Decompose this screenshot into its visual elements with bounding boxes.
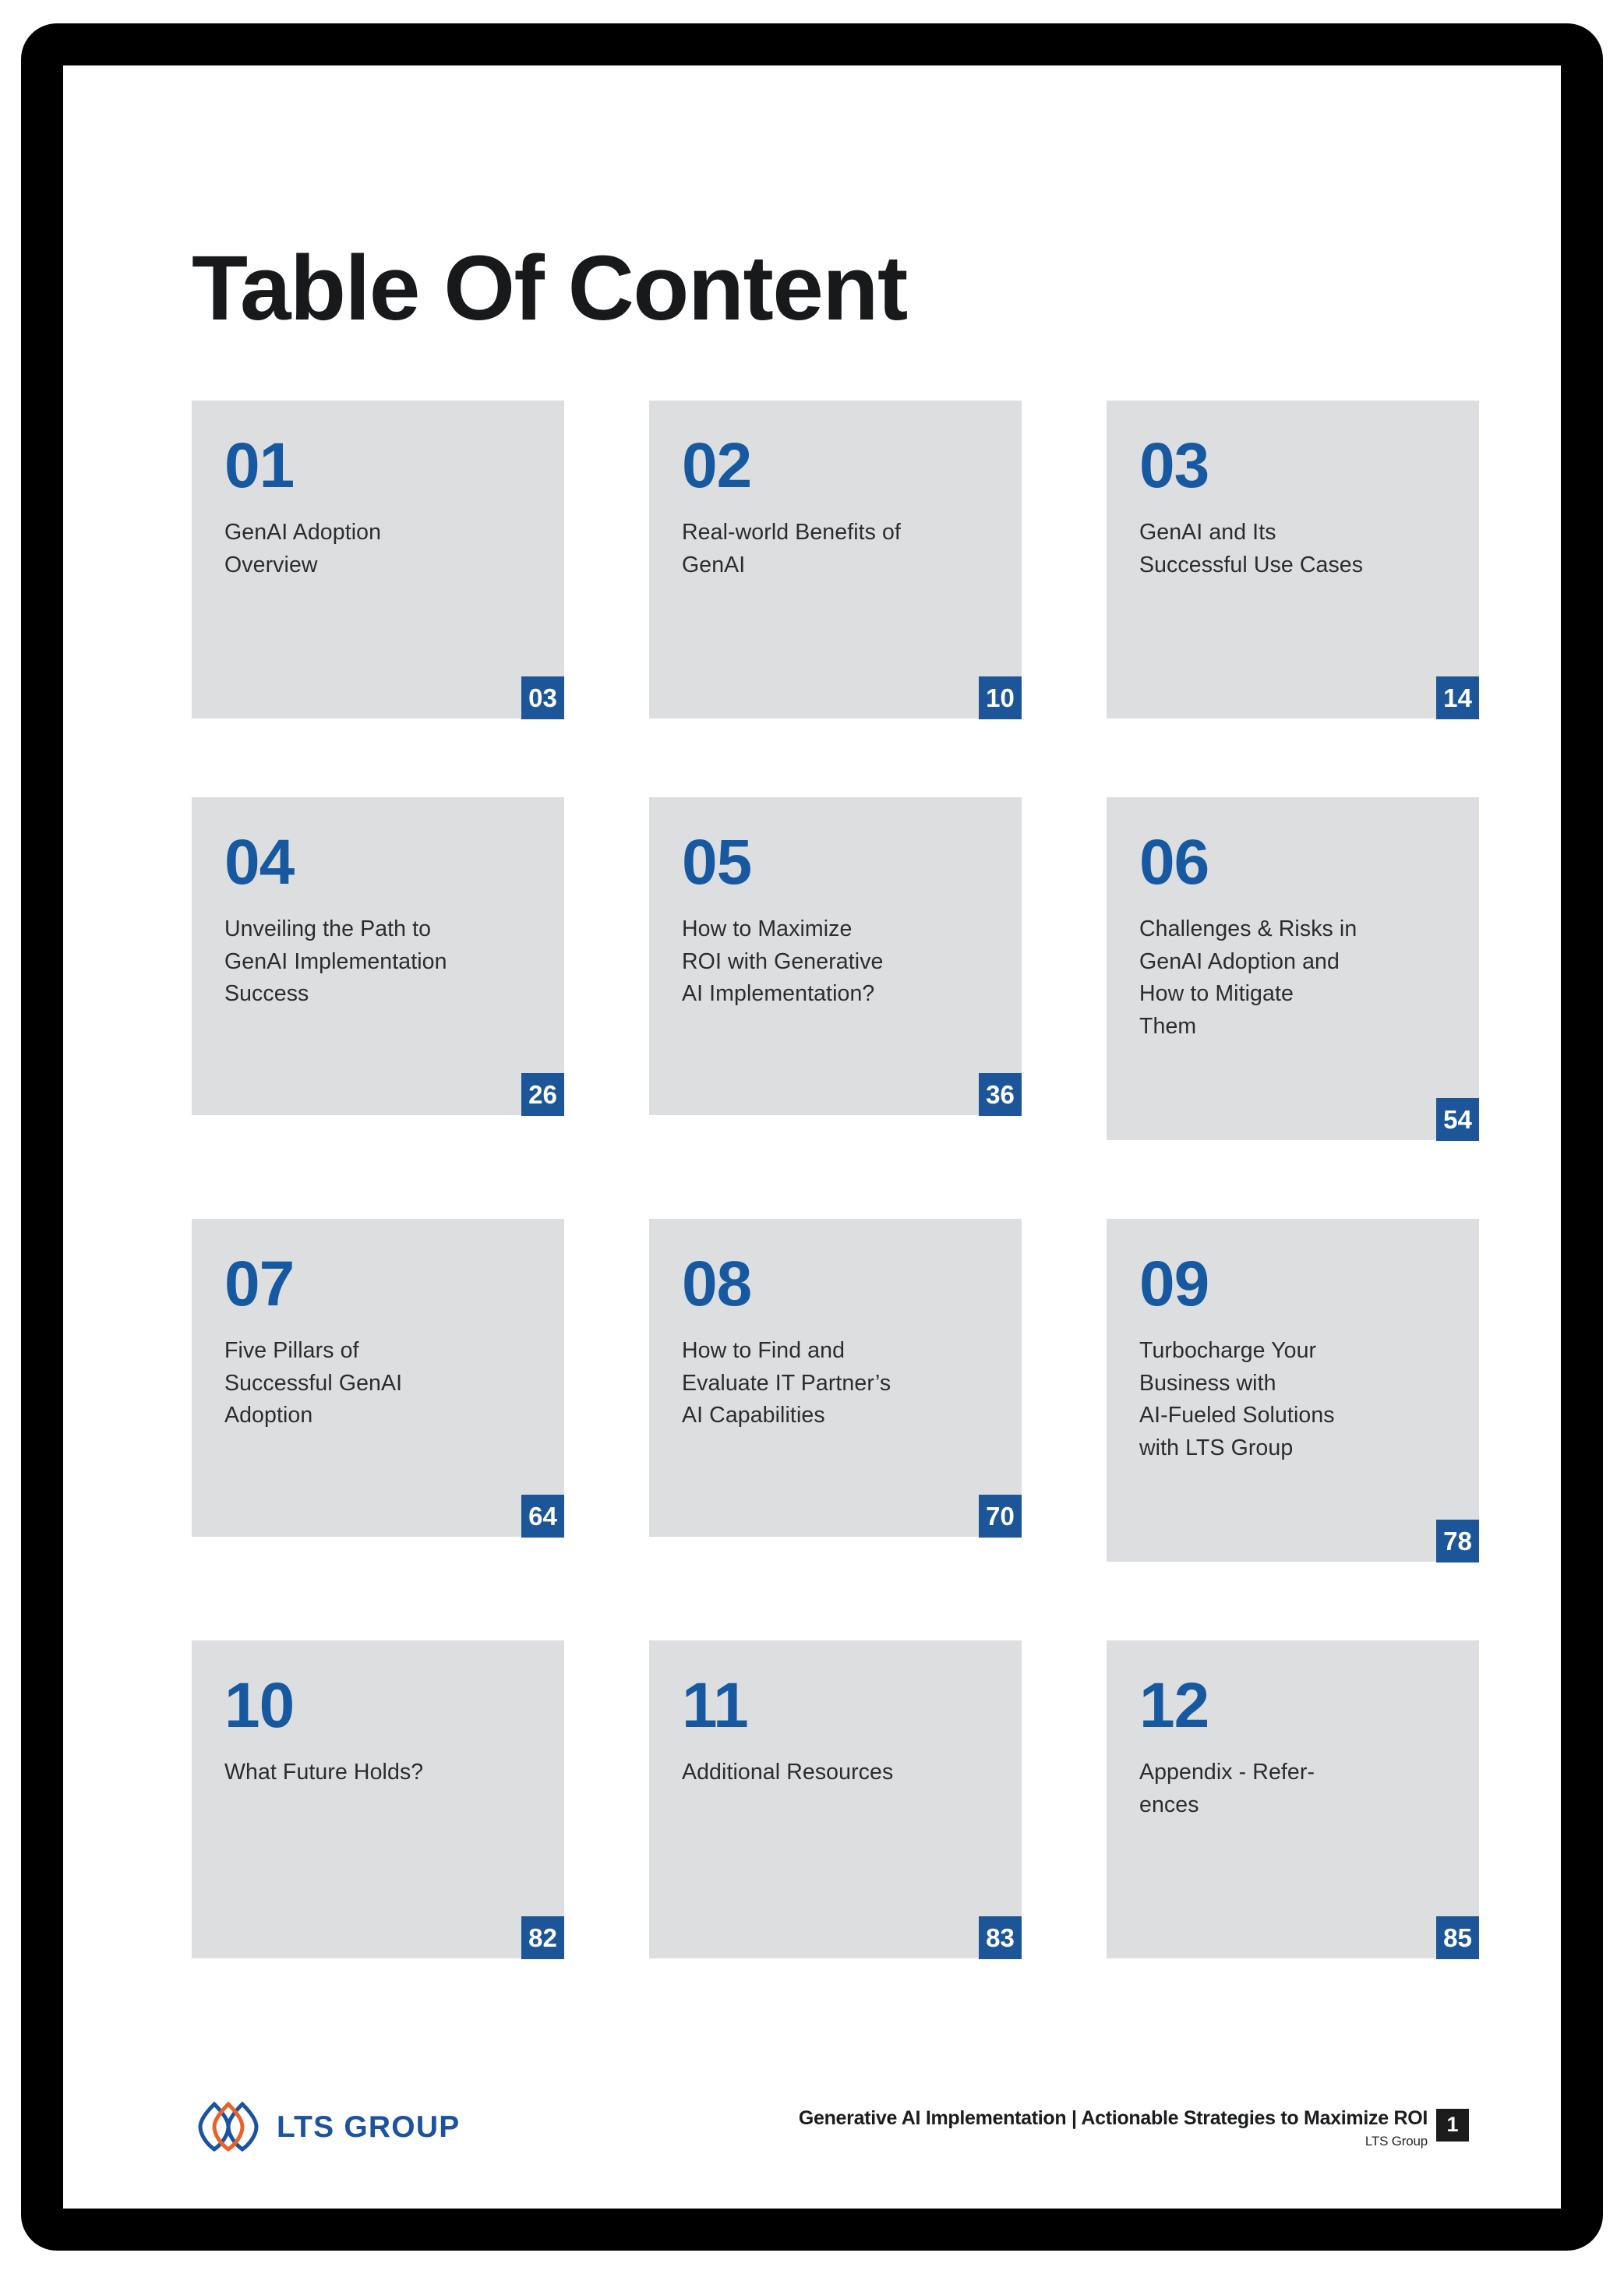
brand-wordmark: LTS GROUP bbox=[277, 2110, 461, 2144]
brand-logo[interactable]: LTS GROUP bbox=[194, 2101, 460, 2152]
toc-card-02[interactable]: 02 Real-world Benefits of GenAI 10 bbox=[649, 401, 1022, 719]
toc-card-09[interactable]: 09 Turbocharge Your Business with AI-Fuel… bbox=[1107, 1219, 1479, 1562]
lts-group-flame-icon bbox=[194, 2101, 263, 2152]
toc-card-page-badge[interactable]: 03 bbox=[521, 676, 564, 719]
toc-card-label: How to Maximize ROI with Generative AI I… bbox=[682, 916, 884, 1007]
table-of-contents-grid: 01 GenAI Adoption Overview 03 02 Real-world … bbox=[192, 401, 1479, 1959]
toc-card-number: 04 bbox=[224, 827, 295, 898]
page-footer: LTS GROUP Generative AI Implementation |… bbox=[63, 2067, 1561, 2160]
toc-card-page-badge[interactable]: 64 bbox=[521, 1495, 564, 1538]
toc-card-label: How to Find and Evaluate IT Partner’s AI… bbox=[682, 1337, 891, 1428]
toc-card-12[interactable]: 12 Appendix - Refer- ences 85 bbox=[1107, 1640, 1479, 1959]
toc-card-page-badge[interactable]: 78 bbox=[1436, 1520, 1479, 1562]
toc-card-03[interactable]: 03 GenAI and Its Successful Use Cases 14 bbox=[1107, 401, 1479, 719]
toc-card-number: 07 bbox=[224, 1248, 295, 1319]
toc-card-label: Turbocharge Your Business with AI-Fueled… bbox=[1139, 1337, 1335, 1460]
toc-card-11[interactable]: 11 Additional Resources 83 bbox=[649, 1640, 1022, 1959]
toc-card-label: What Future Holds? bbox=[224, 1759, 424, 1785]
toc-card-page-badge[interactable]: 85 bbox=[1436, 1916, 1479, 1959]
footer-text-block: Generative AI Implementation | Actionabl… bbox=[799, 2107, 1428, 2149]
toc-card-page-badge[interactable]: 82 bbox=[521, 1916, 564, 1959]
toc-card-label: Five Pillars of Successful GenAI Adoptio… bbox=[224, 1337, 403, 1428]
toc-card-page-badge[interactable]: 70 bbox=[979, 1495, 1022, 1538]
toc-card-label: Real-world Benefits of GenAI bbox=[682, 519, 901, 577]
toc-card-01[interactable]: 01 GenAI Adoption Overview 03 bbox=[192, 401, 564, 719]
toc-card-04[interactable]: 04 Unveiling the Path to GenAI Implementa… bbox=[192, 797, 564, 1116]
toc-card-label: GenAI Adoption Overview bbox=[224, 519, 382, 577]
footer-page-number-badge: 1 bbox=[1436, 2108, 1469, 2142]
footer-company-name: LTS Group bbox=[1365, 2134, 1428, 2149]
toc-card-10[interactable]: 10 What Future Holds? 82 bbox=[192, 1640, 564, 1959]
toc-card-page-badge[interactable]: 83 bbox=[979, 1916, 1022, 1959]
toc-card-number: 02 bbox=[682, 430, 752, 501]
toc-card-number: 09 bbox=[1139, 1248, 1209, 1319]
toc-card-page-badge[interactable]: 14 bbox=[1436, 676, 1479, 719]
toc-card-label: Challenges & Risks in GenAI Adoption and… bbox=[1139, 916, 1357, 1039]
toc-card-number: 11 bbox=[682, 1670, 749, 1741]
toc-card-number: 08 bbox=[682, 1248, 752, 1319]
toc-card-page-badge[interactable]: 54 bbox=[1436, 1098, 1479, 1141]
toc-card-label: Unveiling the Path to GenAI Implementati… bbox=[224, 916, 447, 1007]
toc-card-label: Additional Resources bbox=[682, 1759, 894, 1785]
document-page-sheet: Table Of Content 01 GenAI Adoption Overvi… bbox=[63, 65, 1561, 2209]
footer-meta: Generative AI Implementation | Actionabl… bbox=[799, 2107, 1469, 2149]
document-page-frame: Table Of Content 01 GenAI Adoption Overvi… bbox=[21, 23, 1603, 2251]
toc-card-number: 12 bbox=[1139, 1670, 1209, 1741]
toc-card-06[interactable]: 06 Challenges & Risks in GenAI Adoption a… bbox=[1107, 797, 1479, 1141]
toc-card-label: Appendix - Refer- ences bbox=[1139, 1759, 1315, 1817]
toc-card-number: 06 bbox=[1139, 827, 1209, 898]
page-title: Table Of Content bbox=[192, 237, 908, 341]
toc-card-number: 05 bbox=[682, 827, 752, 898]
toc-card-number: 03 bbox=[1139, 430, 1209, 501]
toc-card-page-badge[interactable]: 10 bbox=[979, 676, 1022, 719]
toc-card-07[interactable]: 07 Five Pillars of Successful GenAI Adopt… bbox=[192, 1219, 564, 1538]
toc-card-number: 10 bbox=[224, 1670, 295, 1741]
toc-card-08[interactable]: 08 How to Find and Evaluate IT Partner’s … bbox=[649, 1219, 1022, 1538]
toc-card-05[interactable]: 05 How to Maximize ROI with Generative AI… bbox=[649, 797, 1022, 1116]
footer-document-title: Generative AI Implementation | Actionabl… bbox=[798, 2106, 1428, 2129]
toc-card-number: 01 bbox=[224, 430, 295, 501]
toc-card-page-badge[interactable]: 36 bbox=[979, 1073, 1022, 1116]
toc-card-page-badge[interactable]: 26 bbox=[521, 1073, 564, 1116]
toc-card-label: GenAI and Its Successful Use Cases bbox=[1139, 519, 1364, 577]
